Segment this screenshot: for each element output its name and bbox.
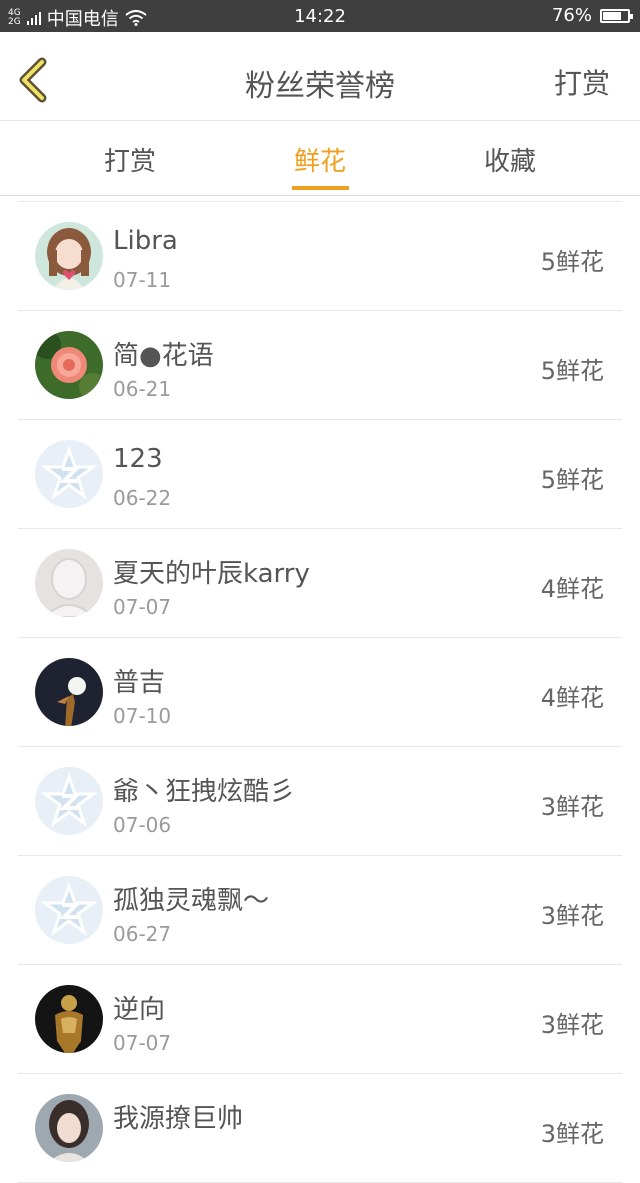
flower-count: 3鲜花 xyxy=(540,902,604,930)
status-bar: 4G 2G 中国电信 14:22 76% xyxy=(0,0,640,32)
list-item[interactable]: 我源撩巨帅 3鲜花 xyxy=(18,1074,622,1183)
fan-name: 普吉 xyxy=(113,668,166,698)
default-qq-avatar-icon xyxy=(35,876,103,944)
page-title: 粉丝荣誉榜 xyxy=(245,69,395,104)
list-item[interactable]: 孤独灵魂飘～ 06-27 3鲜花 xyxy=(18,856,622,965)
fan-name: 逆向 xyxy=(113,995,166,1025)
default-qq-avatar-icon xyxy=(35,767,103,835)
girl-avatar-icon xyxy=(35,222,103,290)
list-item[interactable]: 夏天的叶辰karry 07-07 4鲜花 xyxy=(18,529,622,638)
flower-count: 4鲜花 xyxy=(540,684,604,712)
status-time: 14:22 xyxy=(294,6,346,27)
fan-name: 我源撩巨帅 xyxy=(113,1104,244,1134)
flower-count: 4鲜花 xyxy=(540,575,604,603)
golden-figure-avatar-icon xyxy=(35,985,103,1053)
tab-bar: 打赏 鲜花 收藏 xyxy=(0,121,640,196)
fan-date: 07-07 xyxy=(113,1031,172,1055)
list-item[interactable]: 123 06-22 5鲜花 xyxy=(18,420,622,529)
tab-favorites[interactable]: 收藏 xyxy=(450,141,570,178)
fan-name: Libra xyxy=(113,226,178,256)
tab-flowers[interactable]: 鲜花 xyxy=(260,141,380,178)
portrait-avatar-icon xyxy=(35,1094,103,1162)
default-qq-avatar-icon xyxy=(35,440,103,508)
battery-percent: 76% xyxy=(551,5,592,26)
flower-count: 3鲜花 xyxy=(540,1120,604,1148)
fan-name: 爺丶狂拽炫酷彡 xyxy=(113,777,296,807)
status-right: 76% xyxy=(551,5,633,26)
fan-date: 06-27 xyxy=(113,922,172,946)
flower-avatar-icon xyxy=(35,331,103,399)
night-moon-avatar-icon xyxy=(35,658,103,726)
fan-date: 06-21 xyxy=(113,377,172,401)
fan-name: 简●花语 xyxy=(113,341,214,371)
list-item[interactable]: 爺丶狂拽炫酷彡 07-06 3鲜花 xyxy=(18,747,622,856)
reward-button[interactable]: 打赏 xyxy=(554,62,610,102)
flower-count: 3鲜花 xyxy=(540,793,604,821)
fan-date: 07-06 xyxy=(113,813,172,837)
fan-date: 07-07 xyxy=(113,595,172,619)
list-item[interactable]: 简●花语 06-21 5鲜花 xyxy=(18,311,622,420)
fan-name: 孤独灵魂飘～ xyxy=(113,886,270,916)
battery-icon xyxy=(600,8,633,23)
tab-reward[interactable]: 打赏 xyxy=(70,141,190,178)
header: 粉丝荣誉榜 打赏 xyxy=(0,32,640,121)
fan-date: 06-22 xyxy=(113,486,172,510)
list-item[interactable]: 普吉 07-10 4鲜花 xyxy=(18,638,622,747)
fan-name: 123 xyxy=(113,444,163,474)
fan-list: Libra 07-11 5鲜花 简●花语 06-21 5鲜花 123 06-22… xyxy=(18,201,622,1183)
flower-count: 5鲜花 xyxy=(540,466,604,494)
flower-count: 5鲜花 xyxy=(540,357,604,385)
silhouette-avatar-icon xyxy=(35,549,103,617)
active-tab-indicator xyxy=(292,186,349,190)
fan-date: 07-10 xyxy=(113,704,172,728)
fan-name: 夏天的叶辰karry xyxy=(113,559,310,589)
fan-date: 07-11 xyxy=(113,268,172,292)
list-item[interactable]: 逆向 07-07 3鲜花 xyxy=(18,965,622,1074)
flower-count: 3鲜花 xyxy=(540,1011,604,1039)
flower-count: 5鲜花 xyxy=(540,248,604,276)
list-item[interactable]: Libra 07-11 5鲜花 xyxy=(18,202,622,311)
